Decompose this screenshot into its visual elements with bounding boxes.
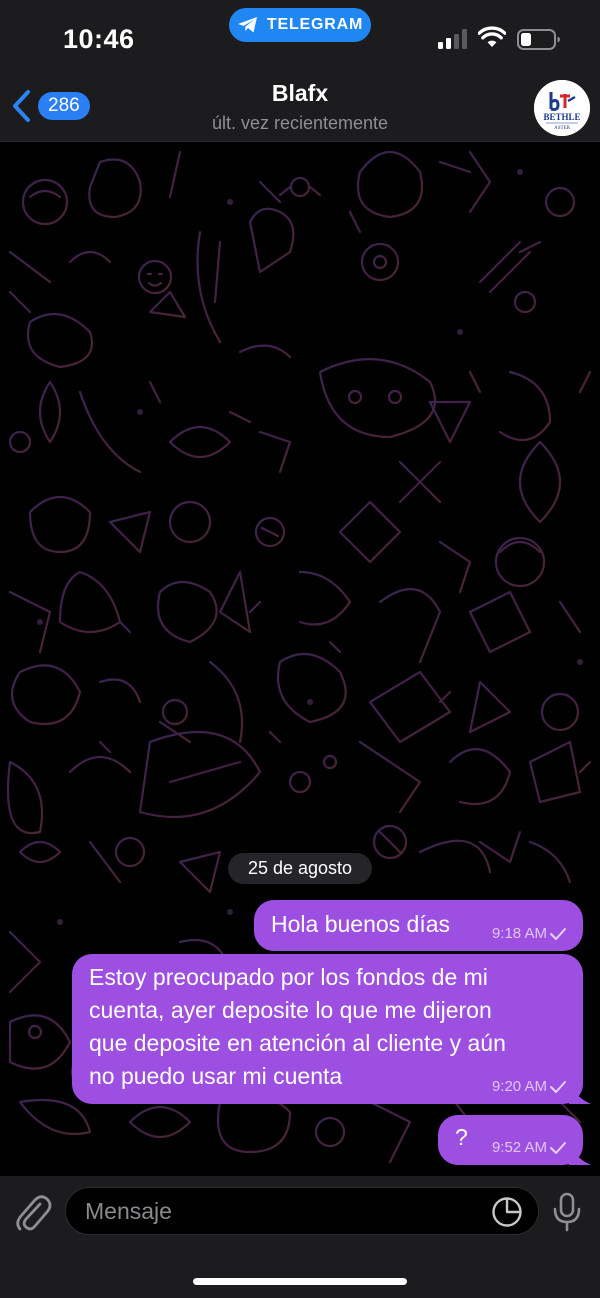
read-check-icon <box>550 928 566 940</box>
back-button[interactable]: 286 <box>10 88 90 124</box>
outgoing-message-bubble[interactable]: Hola buenos días 9:18 AM <box>254 900 583 951</box>
message-meta: 9:52 AM <box>492 1140 567 1156</box>
outgoing-message-bubble[interactable]: Estoy preocupado por los fondos de mi cu… <box>72 954 591 1104</box>
contact-avatar[interactable]: BETHLE ASTER <box>534 80 590 136</box>
message-time: 9:18 AM <box>491 925 547 942</box>
bethle-logo-icon: BETHLE ASTER <box>534 80 590 136</box>
message-time: 9:52 AM <box>491 1139 547 1156</box>
date-separator: 25 de agosto <box>228 853 372 884</box>
chat-title: Blafx <box>271 80 329 106</box>
svg-text:BETHLE: BETHLE <box>543 112 580 122</box>
message-composer <box>0 1176 600 1298</box>
message-meta: 9:20 AM <box>492 1079 567 1095</box>
chat-header: 286 Blafx últ. vez recientemente BETHLE … <box>0 72 600 142</box>
outgoing-message-bubble[interactable]: ? 9:52 AM <box>438 1115 591 1165</box>
sticker-button[interactable] <box>491 1196 523 1228</box>
status-bar: 10:46 TELEGRAM <box>0 0 600 72</box>
message-text: Hola buenos días <box>271 911 451 937</box>
chat-title-block[interactable]: Blafx últ. vez recientemente <box>150 80 450 134</box>
status-time: 10:46 <box>63 24 135 54</box>
message-time: 9:20 AM <box>491 1078 547 1095</box>
app-indicator-label: TELEGRAM <box>266 16 364 33</box>
attach-button[interactable] <box>14 1190 52 1234</box>
voice-message-button[interactable] <box>551 1190 583 1234</box>
message-text: ? <box>455 1124 468 1150</box>
message-input[interactable] <box>65 1187 539 1235</box>
home-indicator[interactable] <box>193 1278 407 1285</box>
message-text-line: que deposite en atención al cliente y aú… <box>89 1030 506 1056</box>
microphone-icon <box>553 1192 581 1232</box>
read-check-icon <box>550 1142 566 1154</box>
battery-icon <box>517 29 560 50</box>
chevron-left-icon <box>13 90 30 122</box>
sticker-icon <box>492 1197 522 1227</box>
paperclip-icon <box>16 1195 52 1231</box>
svg-text:ASTER: ASTER <box>554 126 571 131</box>
chat-message-area[interactable]: 25 de agosto Hola buenos días 9:18 AM Es… <box>0 142 600 1176</box>
app-indicator-pill[interactable]: TELEGRAM <box>229 8 371 42</box>
telegram-icon <box>237 17 257 33</box>
message-meta: 9:18 AM <box>492 926 567 942</box>
message-text-line: Estoy preocupado por los fondos de mi <box>89 964 488 990</box>
bubble-tail <box>569 1084 591 1104</box>
wifi-icon <box>478 26 506 47</box>
read-check-icon <box>550 1081 566 1093</box>
message-text-line: cuenta, ayer deposite lo que me dijeron <box>89 997 492 1023</box>
cellular-signal-icon <box>438 29 467 49</box>
last-seen-status: últ. vez recientemente <box>211 113 389 133</box>
unread-count-badge: 286 <box>38 92 90 120</box>
bubble-tail <box>569 1145 591 1165</box>
